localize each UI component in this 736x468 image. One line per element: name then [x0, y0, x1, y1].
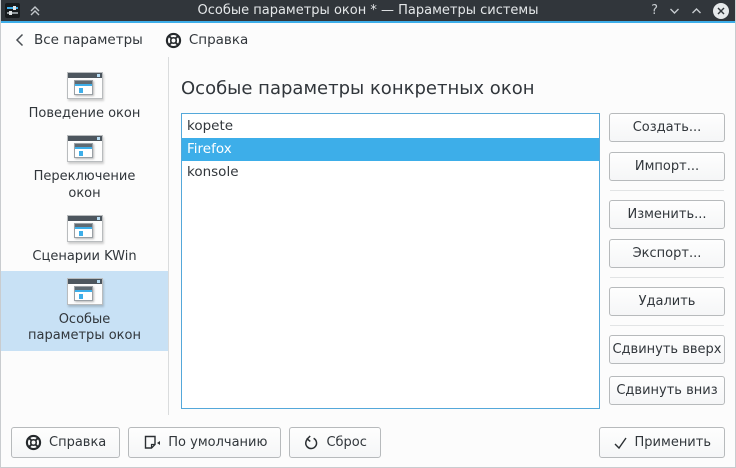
import-button[interactable]: Импорт... — [609, 152, 725, 181]
sidebar-item-label: Сценарии KWin — [25, 249, 145, 265]
sidebar-item-label: Переключение окон — [25, 169, 145, 202]
list-item-kopete[interactable]: kopete — [182, 115, 599, 138]
reset-button[interactable]: Сброс — [289, 427, 380, 458]
life-buoy-icon — [165, 32, 182, 49]
minimize-button[interactable] — [669, 7, 680, 15]
divider — [610, 277, 724, 278]
keep-above-icon[interactable] — [28, 4, 42, 18]
help-button-label: Справка — [49, 435, 106, 450]
help-button[interactable]: Справка — [11, 427, 120, 458]
divider — [610, 190, 724, 191]
back-all-settings-button[interactable]: Все параметры — [13, 32, 143, 48]
sidebar-item-kwin-scripts[interactable]: Сценарии KWin — [1, 208, 168, 271]
defaults-button[interactable]: По умолчанию — [128, 427, 281, 458]
main-content: Особые параметры конкретных окон kopete … — [169, 57, 735, 415]
chevron-left-icon — [13, 32, 27, 48]
undo-arrow-icon — [303, 435, 319, 451]
list-item-firefox[interactable]: Firefox — [182, 138, 599, 161]
toolbar-help-button[interactable]: Справка — [165, 32, 248, 49]
window-icon — [66, 278, 104, 308]
document-revert-icon — [142, 435, 161, 451]
back-all-settings-label: Все параметры — [34, 32, 143, 48]
list-item-konsole[interactable]: konsole — [182, 161, 599, 184]
maximize-button[interactable] — [691, 7, 702, 15]
toolbar: Все параметры Справка — [1, 23, 735, 57]
sidebar-item-window-rules[interactable]: Особые параметры окон — [1, 271, 168, 351]
titlebar-help-button[interactable]: ? — [651, 4, 658, 17]
apply-button-label: Применить — [635, 435, 711, 450]
sidebar-item-label: Поведение окон — [25, 106, 145, 122]
divider — [610, 325, 724, 326]
window-rules-list[interactable]: kopete Firefox konsole — [181, 113, 600, 409]
toolbar-help-label: Справка — [189, 32, 248, 48]
window-icon — [66, 215, 104, 245]
sidebar-item-task-switcher[interactable]: Переключение окон — [1, 128, 168, 208]
reset-button-label: Сброс — [326, 435, 366, 450]
apply-button[interactable]: Применить — [599, 427, 725, 458]
life-buoy-icon — [25, 434, 42, 451]
close-button[interactable] — [713, 3, 729, 19]
rule-actions-panel: Создать... Импорт... Изменить... Экспорт… — [609, 113, 725, 409]
window-icon — [66, 72, 104, 102]
export-button[interactable]: Экспорт... — [609, 239, 725, 268]
sidebar-item-label: Особые параметры окон — [25, 312, 145, 345]
modify-button[interactable]: Изменить... — [609, 200, 725, 229]
page-title: Особые параметры конкретных окон — [181, 78, 725, 99]
delete-button[interactable]: Удалить — [609, 287, 725, 316]
window-icon — [66, 135, 104, 165]
sidebar: Поведение окон Переключение окон Сценари… — [1, 57, 169, 415]
window-title: Особые параметры окон * — Параметры сист… — [1, 3, 735, 18]
footer: Справка По умолчанию Сброс — [11, 427, 725, 458]
titlebar: Особые параметры окон * — Параметры сист… — [1, 0, 735, 21]
app-icon — [5, 3, 20, 18]
defaults-button-label: По умолчанию — [168, 435, 267, 450]
create-button[interactable]: Создать... — [609, 113, 725, 142]
system-settings-window: Особые параметры окон * — Параметры сист… — [0, 0, 736, 468]
move-up-button[interactable]: Сдвинуть вверх — [609, 335, 725, 364]
sidebar-item-window-behavior[interactable]: Поведение окон — [1, 65, 168, 128]
checkmark-icon — [613, 436, 628, 450]
move-down-button[interactable]: Сдвинуть вниз — [609, 376, 725, 405]
